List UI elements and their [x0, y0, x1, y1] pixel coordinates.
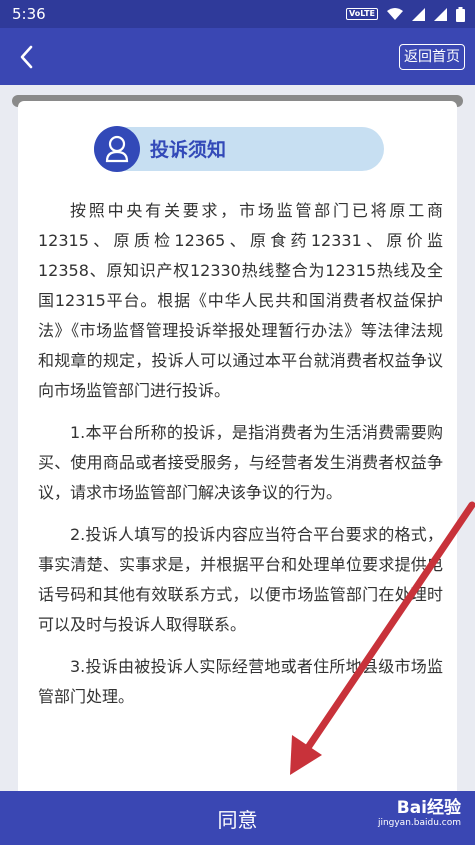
agree-button[interactable]: 同意: [218, 804, 258, 833]
signal-icon: [412, 7, 425, 21]
status-time: 5:36: [12, 5, 46, 23]
watermark-logo: Bai经验: [396, 798, 461, 818]
wifi-icon: [387, 8, 403, 20]
watermark-url: jingyan.baidu.com: [377, 818, 461, 828]
user-icon: [94, 126, 140, 172]
volte-badge: VoLTE: [346, 8, 378, 20]
watermark: Bai经验 jingyan.baidu.com: [378, 793, 461, 828]
status-bar: 5:36 VoLTE: [0, 0, 475, 28]
notice-title: 投诉须知: [150, 139, 227, 161]
back-button[interactable]: [12, 42, 42, 72]
notice-paragraph: 1.本平台所称的投诉，是指消费者为生活消费需要购买、使用商品或者接受服务，与经营…: [38, 423, 443, 502]
chevron-left-icon: [20, 45, 33, 69]
battery-icon: [456, 6, 465, 22]
notice-content: 按照中央有关要求，市场监管部门已将原工商12315、原质检12365、原食药12…: [38, 196, 443, 724]
notice-card[interactable]: 投诉须知 按照中央有关要求，市场监管部门已将原工商12315、原质检12365、…: [18, 101, 457, 791]
notice-paragraph: 2.投诉人填写的投诉内容应当符合平台要求的格式，事实清楚、实事求是，并根据平台和…: [38, 525, 443, 634]
notice-paragraph: 按照中央有关要求，市场监管部门已将原工商12315、原质检12365、原食药12…: [38, 201, 443, 400]
status-icons: VoLTE: [346, 6, 465, 22]
signal-icon-2: [434, 7, 447, 21]
nav-bar: 返回首页: [0, 28, 475, 85]
notice-paragraph: 3.投诉由被投诉人实际经营地或者住所地县级市场监管部门处理。: [38, 657, 443, 706]
home-button[interactable]: 返回首页: [399, 44, 465, 70]
